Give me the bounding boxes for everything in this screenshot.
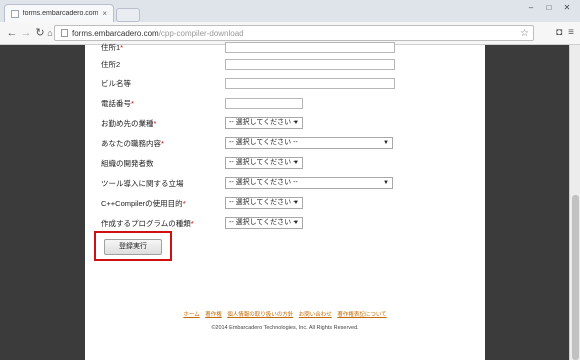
dev-count-label: 組織の開発者数 — [101, 158, 154, 168]
tab-title: forms.embarcadero.com/cp — [22, 10, 99, 17]
dropdown-arrow-icon: ▼ — [293, 160, 299, 166]
new-tab-button[interactable] — [116, 8, 140, 22]
building-label: ビル名等 — [101, 78, 131, 88]
role-label: ツール導入に関する立場 — [101, 178, 184, 188]
dropdown-arrow-icon: ▼ — [383, 140, 389, 146]
menu-icon[interactable]: ≡ — [568, 27, 574, 39]
industry-select[interactable]: -- 選択してください -- ▼ — [225, 117, 303, 129]
browser-tab[interactable]: forms.embarcadero.com/cp × — [4, 4, 114, 22]
address1-label: 住所1* — [101, 42, 124, 52]
page-viewport: 住所1* 住所2 ビル名等 電話番号* お勤め先の業種* -- 選択してください… — [0, 41, 580, 360]
program-type-label: 作成するプログラムの種類* — [101, 218, 194, 228]
back-arrow-icon[interactable]: ← — [6, 27, 18, 39]
footer-link-privacy[interactable]: 個人情報の取り扱いの方針 — [227, 312, 293, 318]
purpose-select[interactable]: -- 選択してください -- ▼ — [225, 197, 303, 209]
submit-highlight-box: 登録実行 — [94, 231, 172, 261]
role-select[interactable]: -- 選択してください -- ▼ — [225, 177, 393, 189]
form-row-building: ビル名等 — [85, 75, 485, 91]
close-window-icon[interactable]: ✕ — [560, 2, 574, 14]
page-favicon-icon — [11, 9, 19, 18]
form-row-industry: お勤め先の業種* -- 選択してください -- ▼ — [85, 115, 485, 131]
purpose-label: C++Compilerの使用目的* — [101, 198, 186, 208]
window-controls: – □ ✕ — [524, 2, 574, 14]
dropdown-arrow-icon: ▼ — [293, 120, 299, 126]
tab-close-icon[interactable]: × — [102, 9, 107, 18]
address2-input[interactable] — [225, 58, 395, 70]
toolbar-right: ◘ ≡ — [556, 27, 574, 39]
page-info-icon — [61, 29, 68, 37]
building-input[interactable] — [225, 77, 395, 89]
address2-label: 住所2 — [101, 59, 121, 69]
dev-count-select[interactable]: -- 選択してください -- ▼ — [225, 157, 303, 169]
bookmark-star-icon[interactable]: ☆ — [520, 28, 529, 39]
footer-link-copyright[interactable]: 著作権 — [205, 312, 222, 318]
form-row-phone: 電話番号* — [85, 95, 485, 111]
dropdown-arrow-icon: ▼ — [293, 200, 299, 206]
url-domain: forms.embarcadero.com — [72, 28, 159, 38]
url-path: /cpp-compiler-download — [158, 28, 244, 38]
address1-input[interactable] — [225, 41, 395, 53]
register-submit-button[interactable]: 登録実行 — [104, 239, 162, 255]
browser-tabstrip: forms.embarcadero.com/cp × – □ ✕ — [0, 0, 580, 23]
industry-label: お勤め先の業種* — [101, 118, 157, 128]
form-row-address2: 住所2 — [85, 56, 485, 72]
form-row-address1: 住所1* — [85, 39, 485, 55]
phone-label: 電話番号* — [101, 98, 134, 108]
phone-input[interactable] — [225, 97, 303, 109]
dropdown-arrow-icon: ▼ — [383, 180, 389, 186]
scrollbar-thumb[interactable] — [572, 195, 579, 360]
footer-link-copyright-notice[interactable]: 著作権表記について — [337, 312, 386, 318]
form-page: 住所1* 住所2 ビル名等 電話番号* お勤め先の業種* -- 選択してください… — [85, 41, 485, 360]
form-row-program-type: 作成するプログラムの種類* -- 選択してください -- ▼ — [85, 215, 485, 231]
camera-icon[interactable]: ◘ — [556, 27, 562, 39]
vertical-scrollbar[interactable] — [569, 45, 580, 360]
dropdown-arrow-icon: ▼ — [293, 220, 299, 226]
job-label: あなたの職務内容* — [101, 138, 164, 148]
form-row-dev-count: 組織の開発者数 -- 選択してください -- ▼ — [85, 155, 485, 171]
forward-arrow-icon[interactable]: → — [20, 27, 32, 39]
job-select[interactable]: -- 選択してください -- ▼ — [225, 137, 393, 149]
copyright-text: ©2014 Embarcadero Technologies, Inc. All… — [211, 325, 359, 331]
form-row-purpose: C++Compilerの使用目的* -- 選択してください -- ▼ — [85, 195, 485, 211]
program-type-select[interactable]: -- 選択してください -- ▼ — [225, 217, 303, 229]
footer-link-contact[interactable]: お問い合わせ — [299, 312, 332, 318]
form-row-job: あなたの職務内容* -- 選択してください -- ▼ — [85, 135, 485, 151]
footer-link-home[interactable]: ホーム — [183, 312, 199, 318]
maximize-icon[interactable]: □ — [542, 2, 556, 14]
footer-links: ホーム 著作権 個人情報の取り扱いの方針 お問い合わせ 著作権表記について — [85, 310, 485, 318]
form-row-role: ツール導入に関する立場 -- 選択してください -- ▼ — [85, 175, 485, 191]
minimize-icon[interactable]: – — [524, 2, 538, 14]
